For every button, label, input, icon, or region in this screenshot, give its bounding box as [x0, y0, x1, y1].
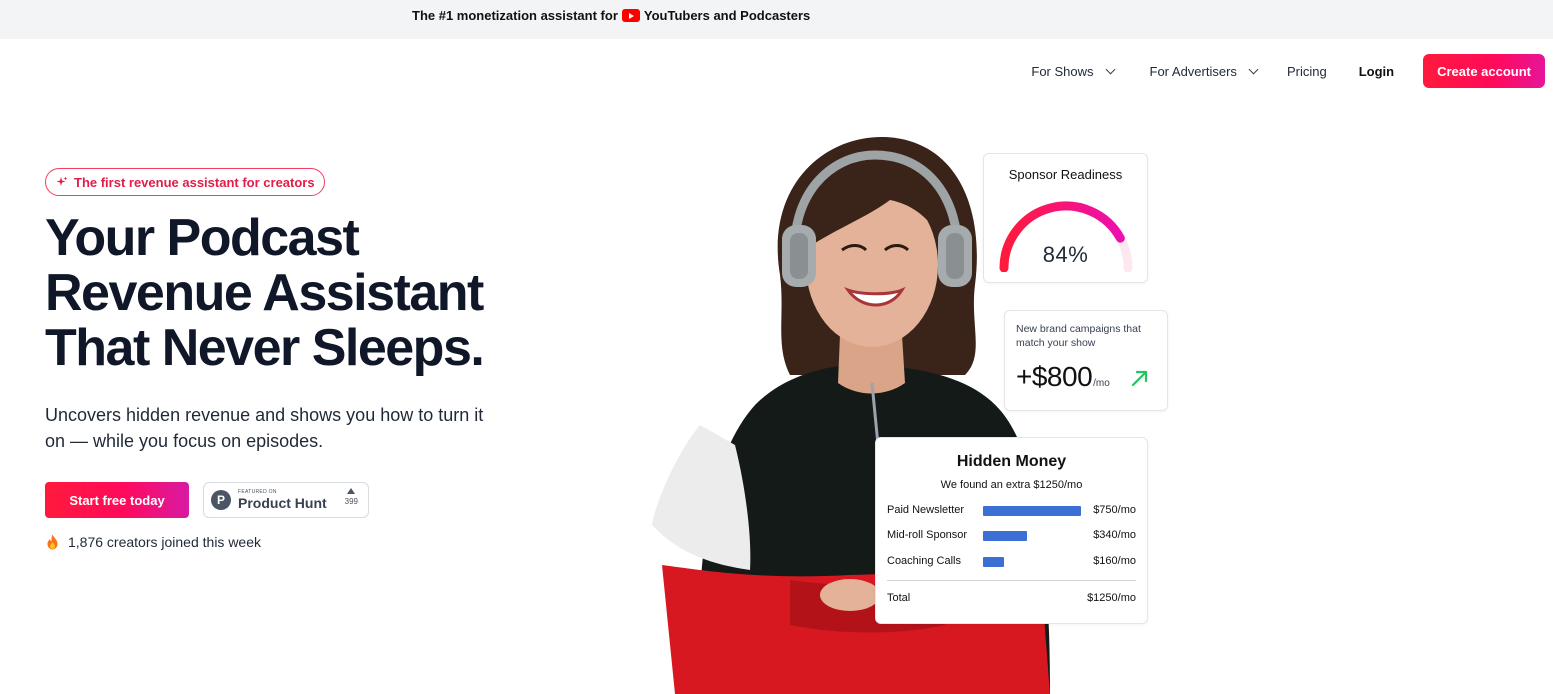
product-hunt-logo-icon: P — [211, 490, 231, 510]
announcement-bar: The #1 monetization assistant for YouTub… — [0, 0, 1553, 39]
social-proof: 1,876 creators joined this week — [46, 534, 261, 550]
revenue-row-amount: $160/mo — [1093, 555, 1136, 567]
sparkle-icon — [56, 176, 68, 186]
brand-campaigns-card: New brand campaigns that match your show… — [1004, 310, 1168, 411]
revenue-bar — [983, 506, 1081, 516]
brand-campaigns-unit: /mo — [1093, 378, 1110, 389]
announcement-text: The #1 monetization assistant for YouTub… — [412, 8, 810, 23]
main-nav: For Shows For Advertisers Pricing Login … — [1031, 54, 1545, 88]
youtube-icon — [621, 9, 640, 22]
hero-title-line: That Never Sleeps. — [45, 319, 485, 377]
revenue-row-label: Mid-roll Sponsor — [887, 529, 968, 541]
hidden-money-subtitle: We found an extra $1250/mo — [940, 479, 1083, 491]
nav-login[interactable]: Login — [1359, 64, 1394, 79]
product-hunt-text: FEATURED ON Product Hunt — [238, 489, 327, 511]
sponsor-readiness-value: 84% — [1042, 242, 1089, 267]
trend-up-arrow-icon — [1131, 370, 1148, 387]
nav-pricing[interactable]: Pricing — [1287, 64, 1327, 79]
hero-subtitle: Uncovers hidden revenue and shows you ho… — [45, 405, 484, 451]
announcement-prefix: The #1 monetization assistant for — [412, 8, 618, 23]
hidden-money-card: Hidden Money We found an extra $1250/mo … — [875, 437, 1148, 624]
brand-campaigns-amount: +$800 /mo — [1016, 361, 1110, 393]
nav-for-advertisers[interactable]: For Advertisers — [1149, 63, 1259, 79]
revenue-row: Mid-roll Sponsor $340/mo — [887, 529, 1136, 543]
product-hunt-votes: 399 — [345, 488, 358, 506]
create-account-button[interactable]: Create account — [1423, 54, 1545, 88]
nav-for-shows[interactable]: For Shows — [1031, 63, 1115, 79]
brand-campaigns-value: +$800 — [1016, 361, 1093, 392]
divider — [887, 580, 1136, 581]
product-hunt-name: Product Hunt — [238, 495, 327, 511]
revenue-row: Coaching Calls $160/mo — [887, 555, 1136, 569]
total-amount: $1250/mo — [1087, 592, 1136, 604]
hero-title-line: Revenue Assistant — [45, 264, 484, 322]
hero-badge-label: The first revenue assistant for creators — [74, 174, 315, 190]
product-hunt-vote-count: 399 — [344, 497, 358, 506]
revenue-row-label: Paid Newsletter — [887, 504, 965, 516]
revenue-row-amount: $750/mo — [1093, 504, 1136, 516]
revenue-row: Paid Newsletter $750/mo — [887, 504, 1136, 518]
start-free-button[interactable]: Start free today — [45, 482, 189, 518]
announcement-suffix: YouTubers and Podcasters — [643, 8, 811, 23]
fire-icon — [47, 534, 58, 550]
nav-for-advertisers-label: For Advertisers — [1149, 63, 1237, 79]
revenue-row-label: Coaching Calls — [887, 555, 961, 567]
hero-title: Your Podcast Revenue Assistant That Neve… — [45, 209, 485, 377]
upvote-icon — [347, 488, 356, 494]
nav-for-shows-label: For Shows — [1031, 63, 1094, 79]
sponsor-readiness-card: Sponsor Readiness 84% — [983, 153, 1148, 283]
social-proof-text: 1,876 creators joined this week — [68, 534, 261, 550]
total-label: Total — [887, 592, 911, 604]
product-hunt-badge[interactable]: P FEATURED ON Product Hunt 399 — [203, 482, 369, 518]
brand-campaigns-title: New brand campaigns that match your show — [1016, 323, 1141, 349]
chevron-down-icon — [1248, 64, 1259, 74]
hero-badge: The first revenue assistant for creators — [45, 168, 325, 196]
hidden-money-title: Hidden Money — [956, 453, 1067, 470]
revenue-row-amount: $340/mo — [1093, 529, 1136, 541]
total-row: Total $1250/mo — [887, 592, 1136, 606]
chevron-down-icon — [1105, 64, 1115, 74]
hero-title-line: Your Podcast — [45, 209, 360, 267]
revenue-bar — [983, 531, 1027, 541]
sponsor-readiness-title: Sponsor Readiness — [1008, 167, 1123, 182]
revenue-bar — [983, 557, 1004, 567]
